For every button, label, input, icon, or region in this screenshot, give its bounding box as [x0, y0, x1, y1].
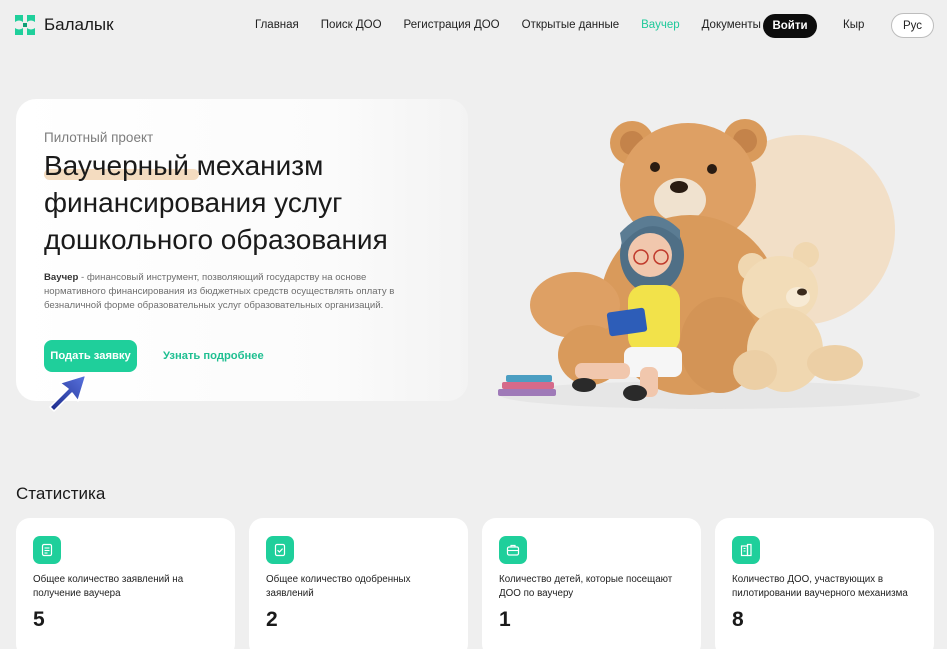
- hero-description: Ваучер - финансовый инструмент, позволяю…: [44, 271, 424, 313]
- hero-card: Пилотный проект Ваучерный механизм финан…: [16, 99, 468, 401]
- hero-description-text: - финансовый инструмент, позволяющий гос…: [44, 272, 395, 311]
- stat-value: 1: [499, 608, 511, 631]
- stat-label: Общее количество одобренных заявлений: [266, 574, 411, 599]
- check-document-icon: [266, 536, 294, 564]
- stat-card-children: Количество детей, которые посещают ДОО п…: [482, 518, 701, 649]
- logo[interactable]: Балалык: [15, 15, 114, 35]
- stat-value: 2: [266, 608, 278, 631]
- stat-label: Количество ДОО, участвующих в пилотирова…: [732, 574, 908, 599]
- stat-label: Количество детей, которые посещают ДОО п…: [499, 574, 673, 599]
- nav-item-home[interactable]: Главная: [255, 19, 299, 31]
- logo-text: Балалык: [44, 15, 114, 34]
- stat-card-institutions: Количество ДОО, участвующих в пилотирова…: [715, 518, 934, 649]
- apply-button[interactable]: Подать заявку: [44, 340, 137, 372]
- stat-value: 8: [732, 608, 744, 631]
- learn-more-link[interactable]: Узнать подробнее: [163, 350, 264, 362]
- building-icon: [732, 536, 760, 564]
- document-icon: [33, 536, 61, 564]
- lang-russian[interactable]: Рус: [891, 13, 934, 38]
- nav-item-voucher[interactable]: Ваучер: [641, 19, 679, 31]
- nav-item-registration[interactable]: Регистрация ДОО: [404, 19, 500, 31]
- stat-value: 5: [33, 608, 45, 631]
- stat-card-applications: Общее количество заявлений на получение …: [16, 518, 235, 649]
- briefcase-icon: [499, 536, 527, 564]
- lang-kyrgyz[interactable]: Кыр: [843, 19, 864, 31]
- header: Балалык Главная Поиск ДОО Регистрация ДО…: [0, 0, 947, 52]
- main-nav: Главная Поиск ДОО Регистрация ДОО Открыт…: [255, 19, 783, 31]
- hero-illustration: [498, 119, 920, 409]
- stat-card-approved: Общее количество одобренных заявлений 2: [249, 518, 468, 649]
- logo-icon: [15, 15, 35, 35]
- nav-item-open-data[interactable]: Открытые данные: [522, 19, 620, 31]
- nav-item-documents[interactable]: Документы: [702, 19, 761, 31]
- hero-title-highlight: Ваучерный: [44, 150, 189, 181]
- hero-description-term: Ваучер: [44, 272, 79, 283]
- login-button[interactable]: Войти: [763, 14, 817, 38]
- hero-title: Ваучерный механизм финансирования услуг …: [44, 147, 454, 258]
- nav-item-search[interactable]: Поиск ДОО: [321, 19, 382, 31]
- mouse-cursor-icon: [49, 374, 87, 412]
- hero-kicker: Пилотный проект: [44, 130, 154, 145]
- stats-title: Статистика: [16, 484, 106, 503]
- stat-label: Общее количество заявлений на получение …: [33, 574, 184, 599]
